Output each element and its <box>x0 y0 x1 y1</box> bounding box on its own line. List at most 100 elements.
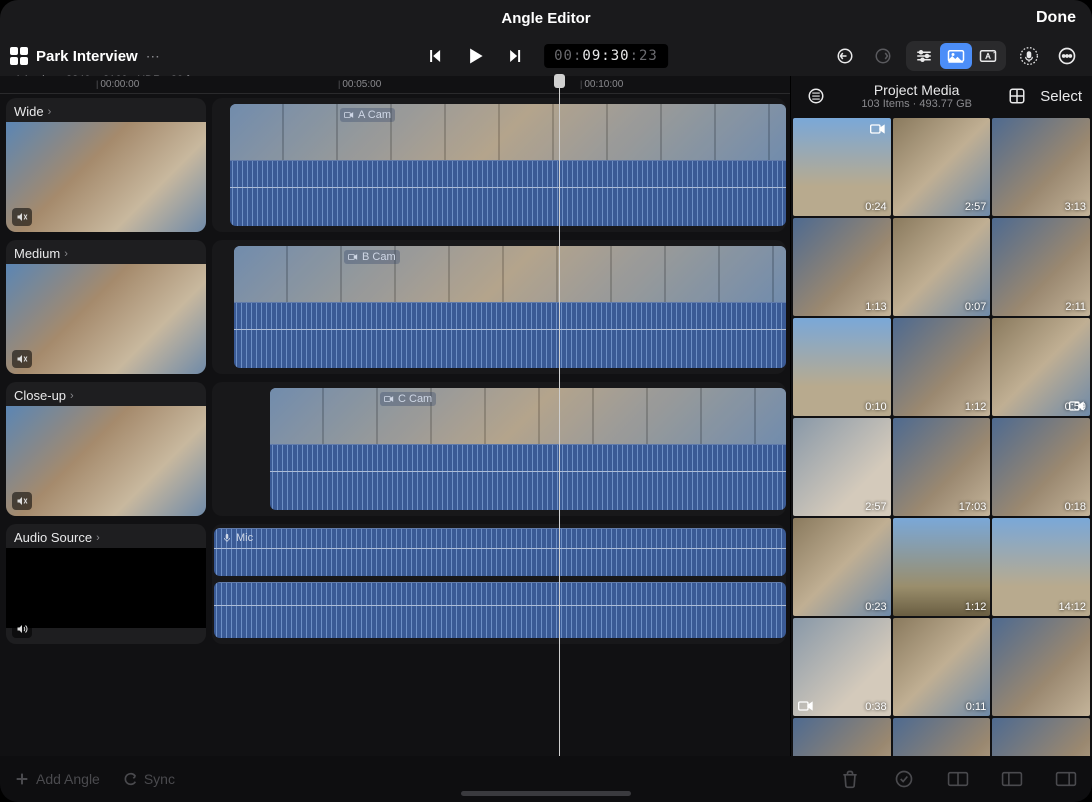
angle-row: Audio Source › Mic <box>0 520 790 648</box>
select-button[interactable]: Select <box>1040 88 1082 105</box>
angle-thumbnail <box>6 406 206 516</box>
camera-icon <box>797 699 815 713</box>
angle-name: Wide <box>14 104 44 119</box>
media-item[interactable]: 14:12 <box>992 518 1090 616</box>
angle-thumbnail <box>6 122 206 232</box>
media-item[interactable]: 2:11 <box>992 218 1090 316</box>
media-duration: 2:57 <box>965 201 986 213</box>
trim-end-button[interactable] <box>1054 767 1078 791</box>
clip[interactable]: B Cam <box>234 246 786 368</box>
angle-header-wide[interactable]: Wide › <box>6 98 206 232</box>
clip-label: Mic <box>222 532 253 544</box>
angle-name: Close-up <box>14 388 66 403</box>
solo-audio-button[interactable] <box>12 620 32 638</box>
ruler-tick: 00:10:00 <box>580 79 623 90</box>
more-options-button[interactable] <box>1052 43 1082 69</box>
media-duration: 3:13 <box>1065 201 1086 213</box>
clip-label: A Cam <box>340 108 395 122</box>
media-item[interactable]: 1:13 <box>793 218 891 316</box>
media-item[interactable]: 17:03 <box>893 418 991 516</box>
timeline[interactable]: 00:00:00 00:05:00 00:10:00 Wide › <box>0 76 790 756</box>
clip-label: C Cam <box>380 392 436 406</box>
trim-start-button[interactable] <box>1000 767 1024 791</box>
playhead[interactable] <box>559 76 560 756</box>
undo-button[interactable] <box>830 43 860 69</box>
mute-button[interactable] <box>12 350 32 368</box>
media-item[interactable]: 3:13 <box>992 118 1090 216</box>
next-frame-button[interactable] <box>504 45 526 67</box>
done-button[interactable]: Done <box>1036 9 1076 27</box>
sync-button[interactable]: Sync <box>122 771 175 787</box>
clip[interactable]: A Cam <box>230 104 786 226</box>
media-item[interactable]: 1:12 <box>893 318 991 416</box>
time-ruler[interactable]: 00:00:00 00:05:00 00:10:00 <box>0 76 790 94</box>
chevron-right-icon: › <box>96 532 100 544</box>
media-item[interactable]: 0:38 <box>793 618 891 716</box>
media-duration: 0:18 <box>1065 501 1086 513</box>
media-item[interactable]: 2:57 <box>793 418 891 516</box>
ruler-tick: 00:00:00 <box>96 79 139 90</box>
browser-back-button[interactable] <box>801 83 831 109</box>
angle-name: Medium <box>14 246 60 261</box>
redo-button <box>868 43 898 69</box>
split-clip-button[interactable] <box>946 767 970 791</box>
add-angle-button[interactable]: Add Angle <box>14 771 100 787</box>
angles-grid-icon[interactable] <box>10 47 28 65</box>
angle-row: Wide › A Cam <box>0 94 790 236</box>
media-item[interactable]: 0:24 <box>793 118 891 216</box>
angle-header-medium[interactable]: Medium› <box>6 240 206 374</box>
media-item[interactable]: 0:10 <box>793 318 891 416</box>
titles-browser-button[interactable] <box>972 43 1004 69</box>
home-indicator <box>461 791 631 796</box>
media-duration: 1:12 <box>965 401 986 413</box>
camera-icon <box>1068 399 1086 413</box>
mute-button[interactable] <box>12 208 32 226</box>
media-title: Project Media <box>839 82 994 98</box>
media-duration: 1:12 <box>965 601 986 613</box>
angle-lane[interactable]: C Cam <box>212 382 786 516</box>
angle-name: Audio Source <box>14 530 92 545</box>
media-duration: 17:03 <box>959 501 987 513</box>
angle-header-audio[interactable]: Audio Source › <box>6 524 206 644</box>
media-item[interactable]: 0:07 <box>893 218 991 316</box>
media-item[interactable]: 0:23 <box>793 518 891 616</box>
media-item[interactable]: 1:03 <box>793 718 891 756</box>
angle-lane[interactable]: Mic <box>212 524 786 644</box>
media-duration: 0:11 <box>966 701 987 713</box>
angle-lane[interactable]: B Cam <box>212 240 786 374</box>
media-duration: 0:07 <box>965 301 986 313</box>
timecode-display[interactable]: 00:09:30:23 <box>544 44 668 68</box>
filters-button[interactable] <box>908 43 940 69</box>
screen-title: Angle Editor <box>501 10 590 27</box>
angle-row: Close-up› C Cam <box>0 378 790 520</box>
prev-frame-button[interactable] <box>424 45 446 67</box>
media-title-block[interactable]: Project Media 103 Items · 493.77 GB <box>839 82 994 110</box>
play-button[interactable] <box>464 45 486 67</box>
clip[interactable]: C Cam <box>270 388 786 510</box>
voiceover-button[interactable] <box>1014 43 1044 69</box>
trash-button[interactable] <box>838 767 862 791</box>
photos-browser-button[interactable] <box>940 43 972 69</box>
media-item[interactable]: 2:57 <box>893 118 991 216</box>
media-duration: 1:13 <box>865 301 886 313</box>
project-title[interactable]: Park Interview <box>36 48 138 65</box>
media-item[interactable]: 0:11 <box>893 618 991 716</box>
media-item[interactable]: 0:32 <box>893 718 991 756</box>
media-duration: 0:24 <box>865 201 886 213</box>
enable-clip-button[interactable] <box>892 767 916 791</box>
angle-thumbnail <box>6 548 206 628</box>
chevron-right-icon: › <box>48 106 52 118</box>
audio-clip[interactable] <box>214 582 786 638</box>
media-grid[interactable]: 0:24 2:57 3:13 1:13 0:07 2:11 0:10 1:12 0:59 2:57… <box>791 116 1092 756</box>
mute-button[interactable] <box>12 492 32 510</box>
media-item[interactable]: 0:18 <box>992 418 1090 516</box>
media-item[interactable] <box>992 718 1090 756</box>
media-item[interactable] <box>992 618 1090 716</box>
grid-size-button[interactable] <box>1002 83 1032 109</box>
media-item[interactable]: 1:12 <box>893 518 991 616</box>
audio-clip[interactable]: Mic <box>214 528 786 576</box>
project-options-icon[interactable]: ⋯ <box>146 48 160 65</box>
angle-lane[interactable]: A Cam <box>212 98 786 232</box>
media-item[interactable]: 0:59 <box>992 318 1090 416</box>
angle-header-closeup[interactable]: Close-up› <box>6 382 206 516</box>
